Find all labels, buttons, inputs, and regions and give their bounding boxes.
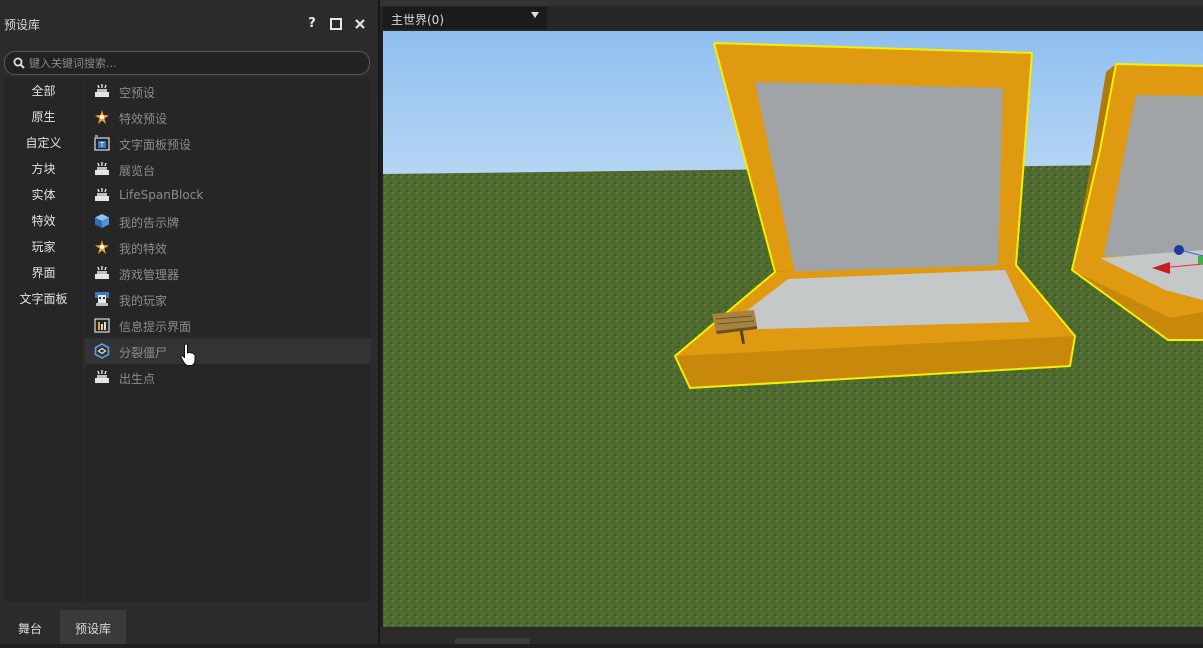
- category-custom[interactable]: 自定义: [4, 130, 83, 156]
- anvil-icon: [95, 84, 109, 97]
- category-effect[interactable]: 特效: [4, 208, 83, 234]
- hand-cursor-icon: [180, 343, 196, 366]
- help-button[interactable]: ?: [302, 14, 322, 34]
- list-item[interactable]: 出生点: [85, 364, 371, 390]
- maximize-icon: [330, 18, 342, 30]
- scene-viewport[interactable]: [383, 31, 1203, 627]
- panel-title: 预设库: [4, 18, 41, 32]
- text-panel-icon: T: [94, 135, 110, 151]
- category-player[interactable]: 玩家: [4, 234, 83, 260]
- tab-prefab-library[interactable]: 预设库: [60, 610, 126, 644]
- close-button[interactable]: [350, 14, 370, 34]
- list-item[interactable]: 我的特效: [85, 234, 371, 260]
- category-entity[interactable]: 实体: [4, 182, 83, 208]
- anvil-icon: [95, 370, 109, 383]
- ui-screen-icon: [94, 318, 110, 333]
- category-all[interactable]: 全部: [4, 78, 83, 104]
- svg-text:T: T: [99, 141, 105, 149]
- list-item[interactable]: 游戏管理器: [85, 260, 371, 286]
- tab-stage[interactable]: 舞台: [0, 610, 60, 644]
- category-native[interactable]: 原生: [4, 104, 83, 130]
- search-icon: [13, 57, 25, 69]
- viewport-status-bar: [380, 627, 1203, 644]
- category-list: 全部 原生 自定义 方块 实体 特效 玩家 界面 文字面板: [4, 78, 83, 602]
- search-box[interactable]: [4, 51, 370, 75]
- close-icon: [355, 19, 365, 29]
- list-item[interactable]: 展览台: [85, 156, 371, 182]
- anvil-icon: [95, 162, 109, 175]
- category-ui[interactable]: 界面: [4, 260, 83, 286]
- category-text-panel[interactable]: 文字面板: [4, 286, 83, 312]
- panel-splitter[interactable]: [378, 0, 380, 644]
- anvil-icon: [95, 266, 109, 279]
- viewport-tab[interactable]: [455, 638, 530, 644]
- player-icon: [95, 292, 109, 306]
- entity-hex-icon: [94, 343, 110, 359]
- list-item[interactable]: 空预设: [85, 78, 371, 104]
- category-block[interactable]: 方块: [4, 156, 83, 182]
- prefab-list: 空预设 特效预设 T 文字面板预设 展览台 LifeSpanBlock 我的告示…: [85, 78, 371, 602]
- cube-icon: [95, 214, 109, 228]
- maximize-button[interactable]: [326, 14, 346, 34]
- list-item[interactable]: 信息提示界面: [85, 312, 371, 338]
- scene-render: [383, 31, 1203, 627]
- list-item[interactable]: 特效预设: [85, 104, 371, 130]
- dimension-select[interactable]: 主世界(0): [383, 7, 547, 29]
- list-item[interactable]: 我的告示牌: [85, 208, 371, 234]
- sparkle-icon: [95, 110, 109, 124]
- panel-title-bar: 预设库 ?: [0, 6, 378, 42]
- list-item[interactable]: T 文字面板预设: [85, 130, 371, 156]
- anvil-icon: [95, 188, 109, 201]
- sparkle-icon: [95, 240, 109, 254]
- list-item[interactable]: LifeSpanBlock: [85, 182, 371, 208]
- prefab-library-panel: 预设库 ? 全部 原生 自定义 方块 实体 特效 玩家 界面 文字面板 空预设: [0, 0, 378, 644]
- list-item[interactable]: 我的玩家: [85, 286, 371, 312]
- bottom-tab-bar: 舞台 预设库: [0, 610, 378, 644]
- search-input[interactable]: [29, 54, 359, 72]
- dropdown-arrow-icon: [531, 12, 539, 18]
- list-item[interactable]: 分裂僵尸: [85, 338, 371, 364]
